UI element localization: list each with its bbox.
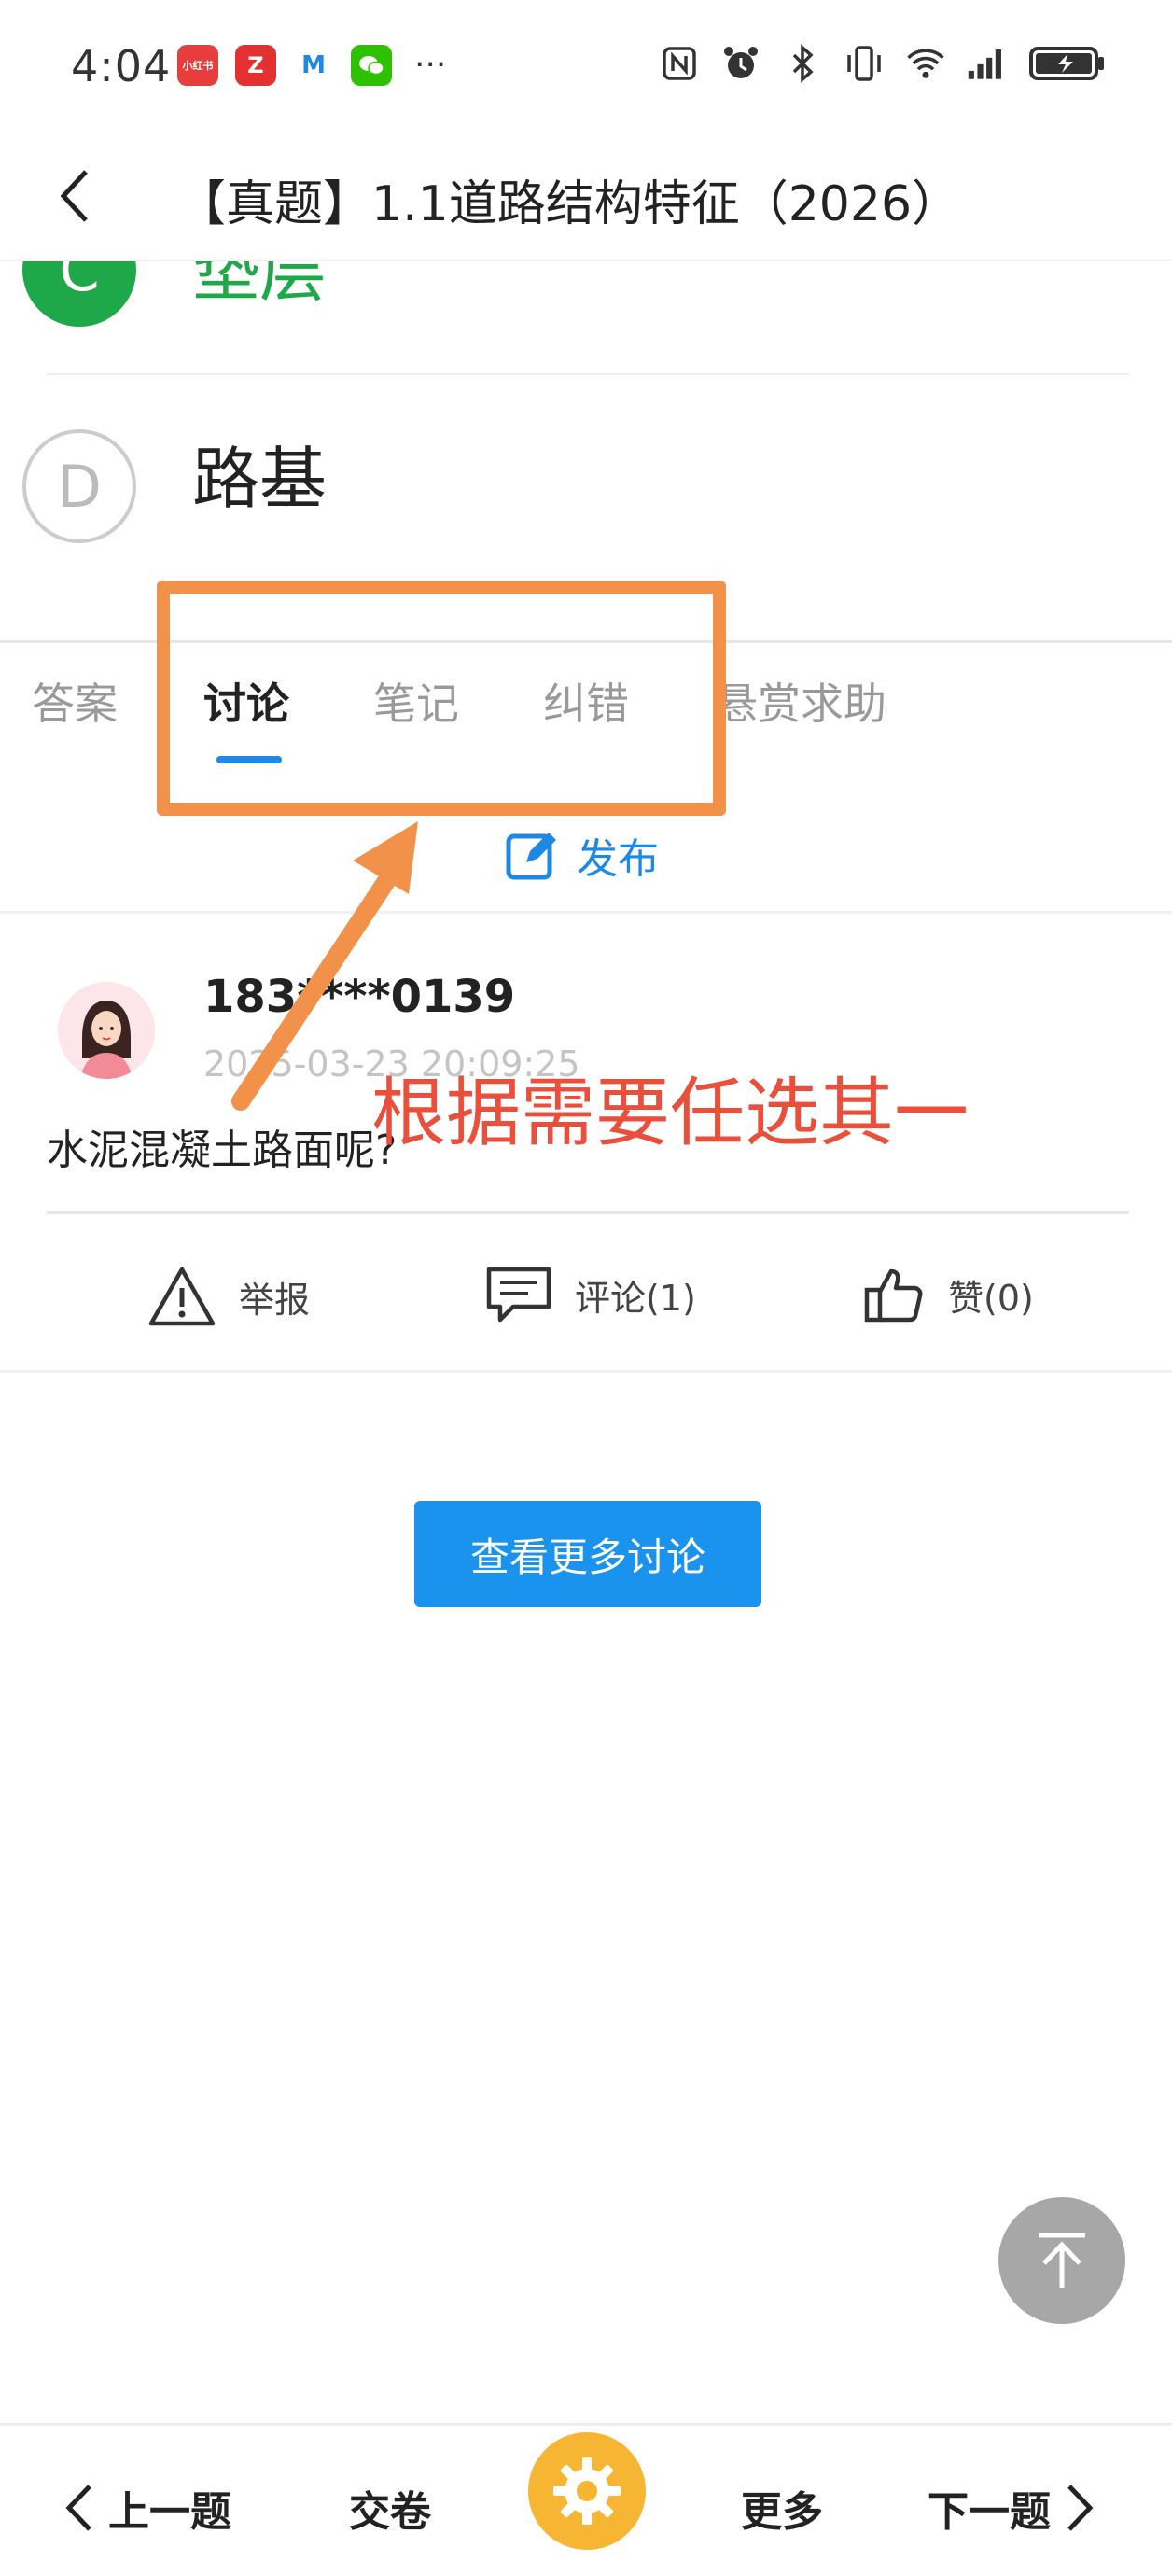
prev-question-button[interactable]: 上一题: [63, 2478, 231, 2538]
warning-icon: [148, 1267, 216, 1326]
arrow-up-icon: [1039, 2233, 1085, 2288]
prev-question-label: 上一题: [108, 2488, 231, 2536]
submit-exam-label: 交卷: [349, 2488, 431, 2536]
like-count-label: 赞(0): [948, 1277, 1034, 1319]
settings-button[interactable]: [528, 2432, 646, 2550]
like-button[interactable]: 赞(0): [864, 1266, 1034, 1323]
view-more-discussions-button[interactable]: 查看更多讨论: [414, 1501, 761, 1607]
comment-actions: 举报 评论(1) 赞(0): [0, 1251, 1172, 1344]
comment-button[interactable]: 评论(1): [485, 1266, 696, 1323]
chevron-left-icon: [65, 2485, 91, 2531]
submit-exam-button[interactable]: 交卷: [349, 2478, 431, 2538]
scroll-to-top-button[interactable]: [998, 2197, 1125, 2324]
next-question-button[interactable]: 下一题: [928, 2478, 1095, 2538]
annotation-arrow: [231, 821, 418, 1111]
report-button[interactable]: 举报: [147, 1266, 310, 1327]
more-button[interactable]: 更多: [741, 2478, 823, 2538]
next-question-label: 下一题: [928, 2488, 1051, 2536]
comment-divider: [47, 1211, 1129, 1214]
report-label: 举报: [239, 1279, 311, 1321]
gear-icon: [553, 2457, 621, 2525]
chevron-right-icon: [1067, 2485, 1094, 2531]
comment-count-label: 评论(1): [575, 1277, 696, 1319]
more-label: 更多: [741, 2488, 823, 2536]
comment-icon: [486, 1267, 551, 1323]
thumbs-up-icon: [864, 1268, 923, 1323]
section-divider: [0, 1370, 1172, 1373]
annotation-text: 根据需要任选其一: [371, 1070, 969, 1156]
